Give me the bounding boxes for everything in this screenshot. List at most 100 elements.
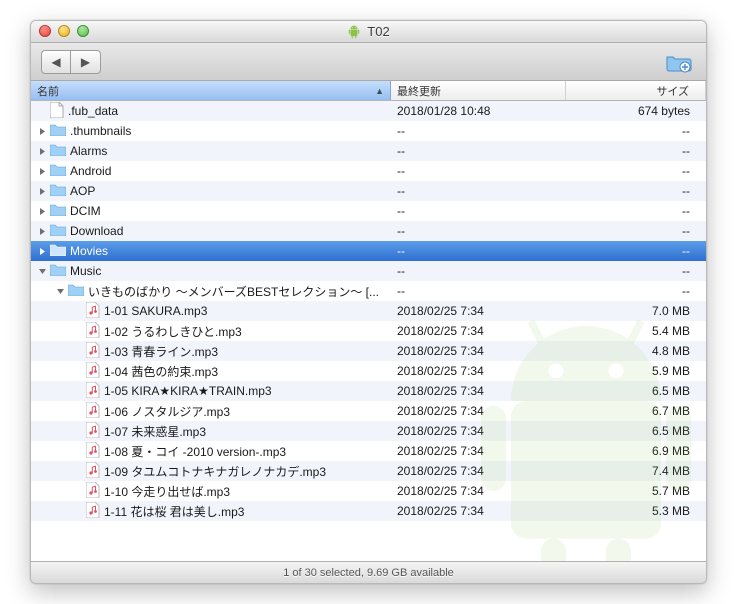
table-row[interactable]: 1-11 花は桜 君は美し.mp32018/02/25 7:345.3 MB	[31, 501, 706, 521]
disclosure-triangle-icon	[73, 446, 84, 457]
table-row[interactable]: 1-10 今走り出せば.mp32018/02/25 7:345.7 MB	[31, 481, 706, 501]
file-size: 5.4 MB	[566, 324, 706, 338]
table-row[interactable]: 1-06 ノスタルジア.mp32018/02/25 7:346.7 MB	[31, 401, 706, 421]
file-date: --	[391, 144, 566, 158]
table-row[interactable]: .fub_data2018/01/28 10:48674 bytes	[31, 101, 706, 121]
new-folder-button[interactable]	[662, 49, 696, 75]
file-size: 6.5 MB	[566, 384, 706, 398]
file-name: 1-04 茜色の約束.mp3	[104, 363, 218, 380]
zoom-button[interactable]	[77, 25, 89, 37]
column-date[interactable]: 最終更新	[391, 81, 566, 100]
table-row[interactable]: いきものばかり ～メンバーズBESTセレクション～ [...----	[31, 281, 706, 301]
disclosure-triangle-icon[interactable]	[37, 226, 48, 237]
table-row[interactable]: 1-04 茜色の約束.mp32018/02/25 7:345.9 MB	[31, 361, 706, 381]
folder-icon	[50, 183, 70, 199]
table-row[interactable]: AOP----	[31, 181, 706, 201]
disclosure-triangle-icon[interactable]	[37, 126, 48, 137]
music-file-icon	[86, 322, 104, 341]
disclosure-triangle-icon	[73, 426, 84, 437]
file-size: 4.8 MB	[566, 344, 706, 358]
table-row[interactable]: 1-05 KIRA★KIRA★TRAIN.mp32018/02/25 7:346…	[31, 381, 706, 401]
forward-button[interactable]: ▶	[71, 50, 101, 74]
file-size: 5.7 MB	[566, 484, 706, 498]
file-date: 2018/02/25 7:34	[391, 444, 566, 458]
music-file-icon	[86, 402, 104, 421]
table-row[interactable]: 1-08 夏・コイ -2010 version-.mp3 2018/02/25 7…	[31, 441, 706, 461]
disclosure-triangle-icon[interactable]	[55, 286, 66, 297]
disclosure-triangle-icon[interactable]	[37, 206, 48, 217]
file-name: Download	[70, 224, 123, 238]
file-date: --	[391, 124, 566, 138]
file-date: 2018/02/25 7:34	[391, 464, 566, 478]
file-date: --	[391, 204, 566, 218]
file-date: 2018/02/25 7:34	[391, 304, 566, 318]
table-row[interactable]: Alarms ----	[31, 141, 706, 161]
file-name: 1-01 SAKURA.mp3	[104, 304, 207, 318]
sort-indicator-icon: ▲	[375, 86, 384, 96]
folder-icon	[50, 263, 70, 279]
file-size: 5.3 MB	[566, 504, 706, 518]
file-name: 1-07 未来惑星.mp3	[104, 423, 206, 440]
disclosure-triangle-icon	[37, 106, 48, 117]
table-row[interactable]: 1-01 SAKURA.mp32018/02/25 7:347.0 MB	[31, 301, 706, 321]
file-name: Movies	[70, 244, 108, 258]
column-name[interactable]: 名前 ▲	[31, 81, 391, 100]
file-size: --	[566, 144, 706, 158]
file-name: Alarms	[70, 144, 107, 158]
disclosure-triangle-icon[interactable]	[37, 246, 48, 257]
file-name: 1-08 夏・コイ -2010 version-.mp3	[104, 443, 286, 460]
file-list[interactable]: .fub_data2018/01/28 10:48674 bytes.thumb…	[31, 101, 706, 561]
disclosure-triangle-icon	[73, 326, 84, 337]
window-title: T02	[367, 24, 389, 39]
back-button[interactable]: ◀	[41, 50, 71, 74]
file-date: 2018/02/25 7:34	[391, 324, 566, 338]
file-date: --	[391, 264, 566, 278]
disclosure-triangle-icon	[73, 386, 84, 397]
table-row[interactable]: 1-07 未来惑星.mp32018/02/25 7:346.5 MB	[31, 421, 706, 441]
file-date: --	[391, 184, 566, 198]
toolbar: ◀ ▶	[31, 43, 706, 81]
minimize-button[interactable]	[58, 25, 70, 37]
file-date: 2018/02/25 7:34	[391, 404, 566, 418]
disclosure-triangle-icon	[73, 306, 84, 317]
disclosure-triangle-icon	[73, 346, 84, 357]
table-row[interactable]: Music----	[31, 261, 706, 281]
file-name: 1-10 今走り出せば.mp3	[104, 483, 230, 500]
music-file-icon	[86, 362, 104, 381]
file-size: 5.9 MB	[566, 364, 706, 378]
file-date: 2018/02/25 7:34	[391, 344, 566, 358]
disclosure-triangle-icon	[73, 506, 84, 517]
table-row[interactable]: 1-02 うるわしきひと.mp3 2018/02/25 7:345.4 MB	[31, 321, 706, 341]
file-date: --	[391, 224, 566, 238]
file-name: 1-03 青春ライン.mp3	[104, 343, 218, 360]
file-name: いきものばかり ～メンバーズBESTセレクション～ [...	[88, 283, 379, 300]
file-date: --	[391, 244, 566, 258]
table-row[interactable]: .thumbnails----	[31, 121, 706, 141]
close-button[interactable]	[39, 25, 51, 37]
column-size[interactable]: サイズ	[566, 81, 706, 100]
disclosure-triangle-icon	[73, 486, 84, 497]
disclosure-triangle-icon	[73, 366, 84, 377]
table-row[interactable]: Movies----	[31, 241, 706, 261]
file-name: 1-11 花は桜 君は美し.mp3	[104, 503, 244, 520]
table-row[interactable]: DCIM----	[31, 201, 706, 221]
folder-icon	[68, 283, 88, 299]
file-size: 6.5 MB	[566, 424, 706, 438]
disclosure-triangle-icon[interactable]	[37, 146, 48, 157]
column-name-label: 名前	[37, 83, 59, 99]
disclosure-triangle-icon[interactable]	[37, 166, 48, 177]
file-size: --	[566, 124, 706, 138]
file-date: --	[391, 164, 566, 178]
table-row[interactable]: 1-09 タユムコトナキナガレノナカデ.mp32018/02/25 7:347.…	[31, 461, 706, 481]
folder-icon	[50, 143, 70, 159]
table-row[interactable]: Download----	[31, 221, 706, 241]
folder-icon	[50, 203, 70, 219]
table-row[interactable]: 1-03 青春ライン.mp3 2018/02/25 7:344.8 MB	[31, 341, 706, 361]
table-row[interactable]: Android----	[31, 161, 706, 181]
disclosure-triangle-icon[interactable]	[37, 266, 48, 277]
chevron-left-icon: ◀	[51, 55, 60, 69]
disclosure-triangle-icon[interactable]	[37, 186, 48, 197]
folder-icon	[50, 123, 70, 139]
file-size: 6.9 MB	[566, 444, 706, 458]
file-name: 1-02 うるわしきひと.mp3	[104, 323, 242, 340]
